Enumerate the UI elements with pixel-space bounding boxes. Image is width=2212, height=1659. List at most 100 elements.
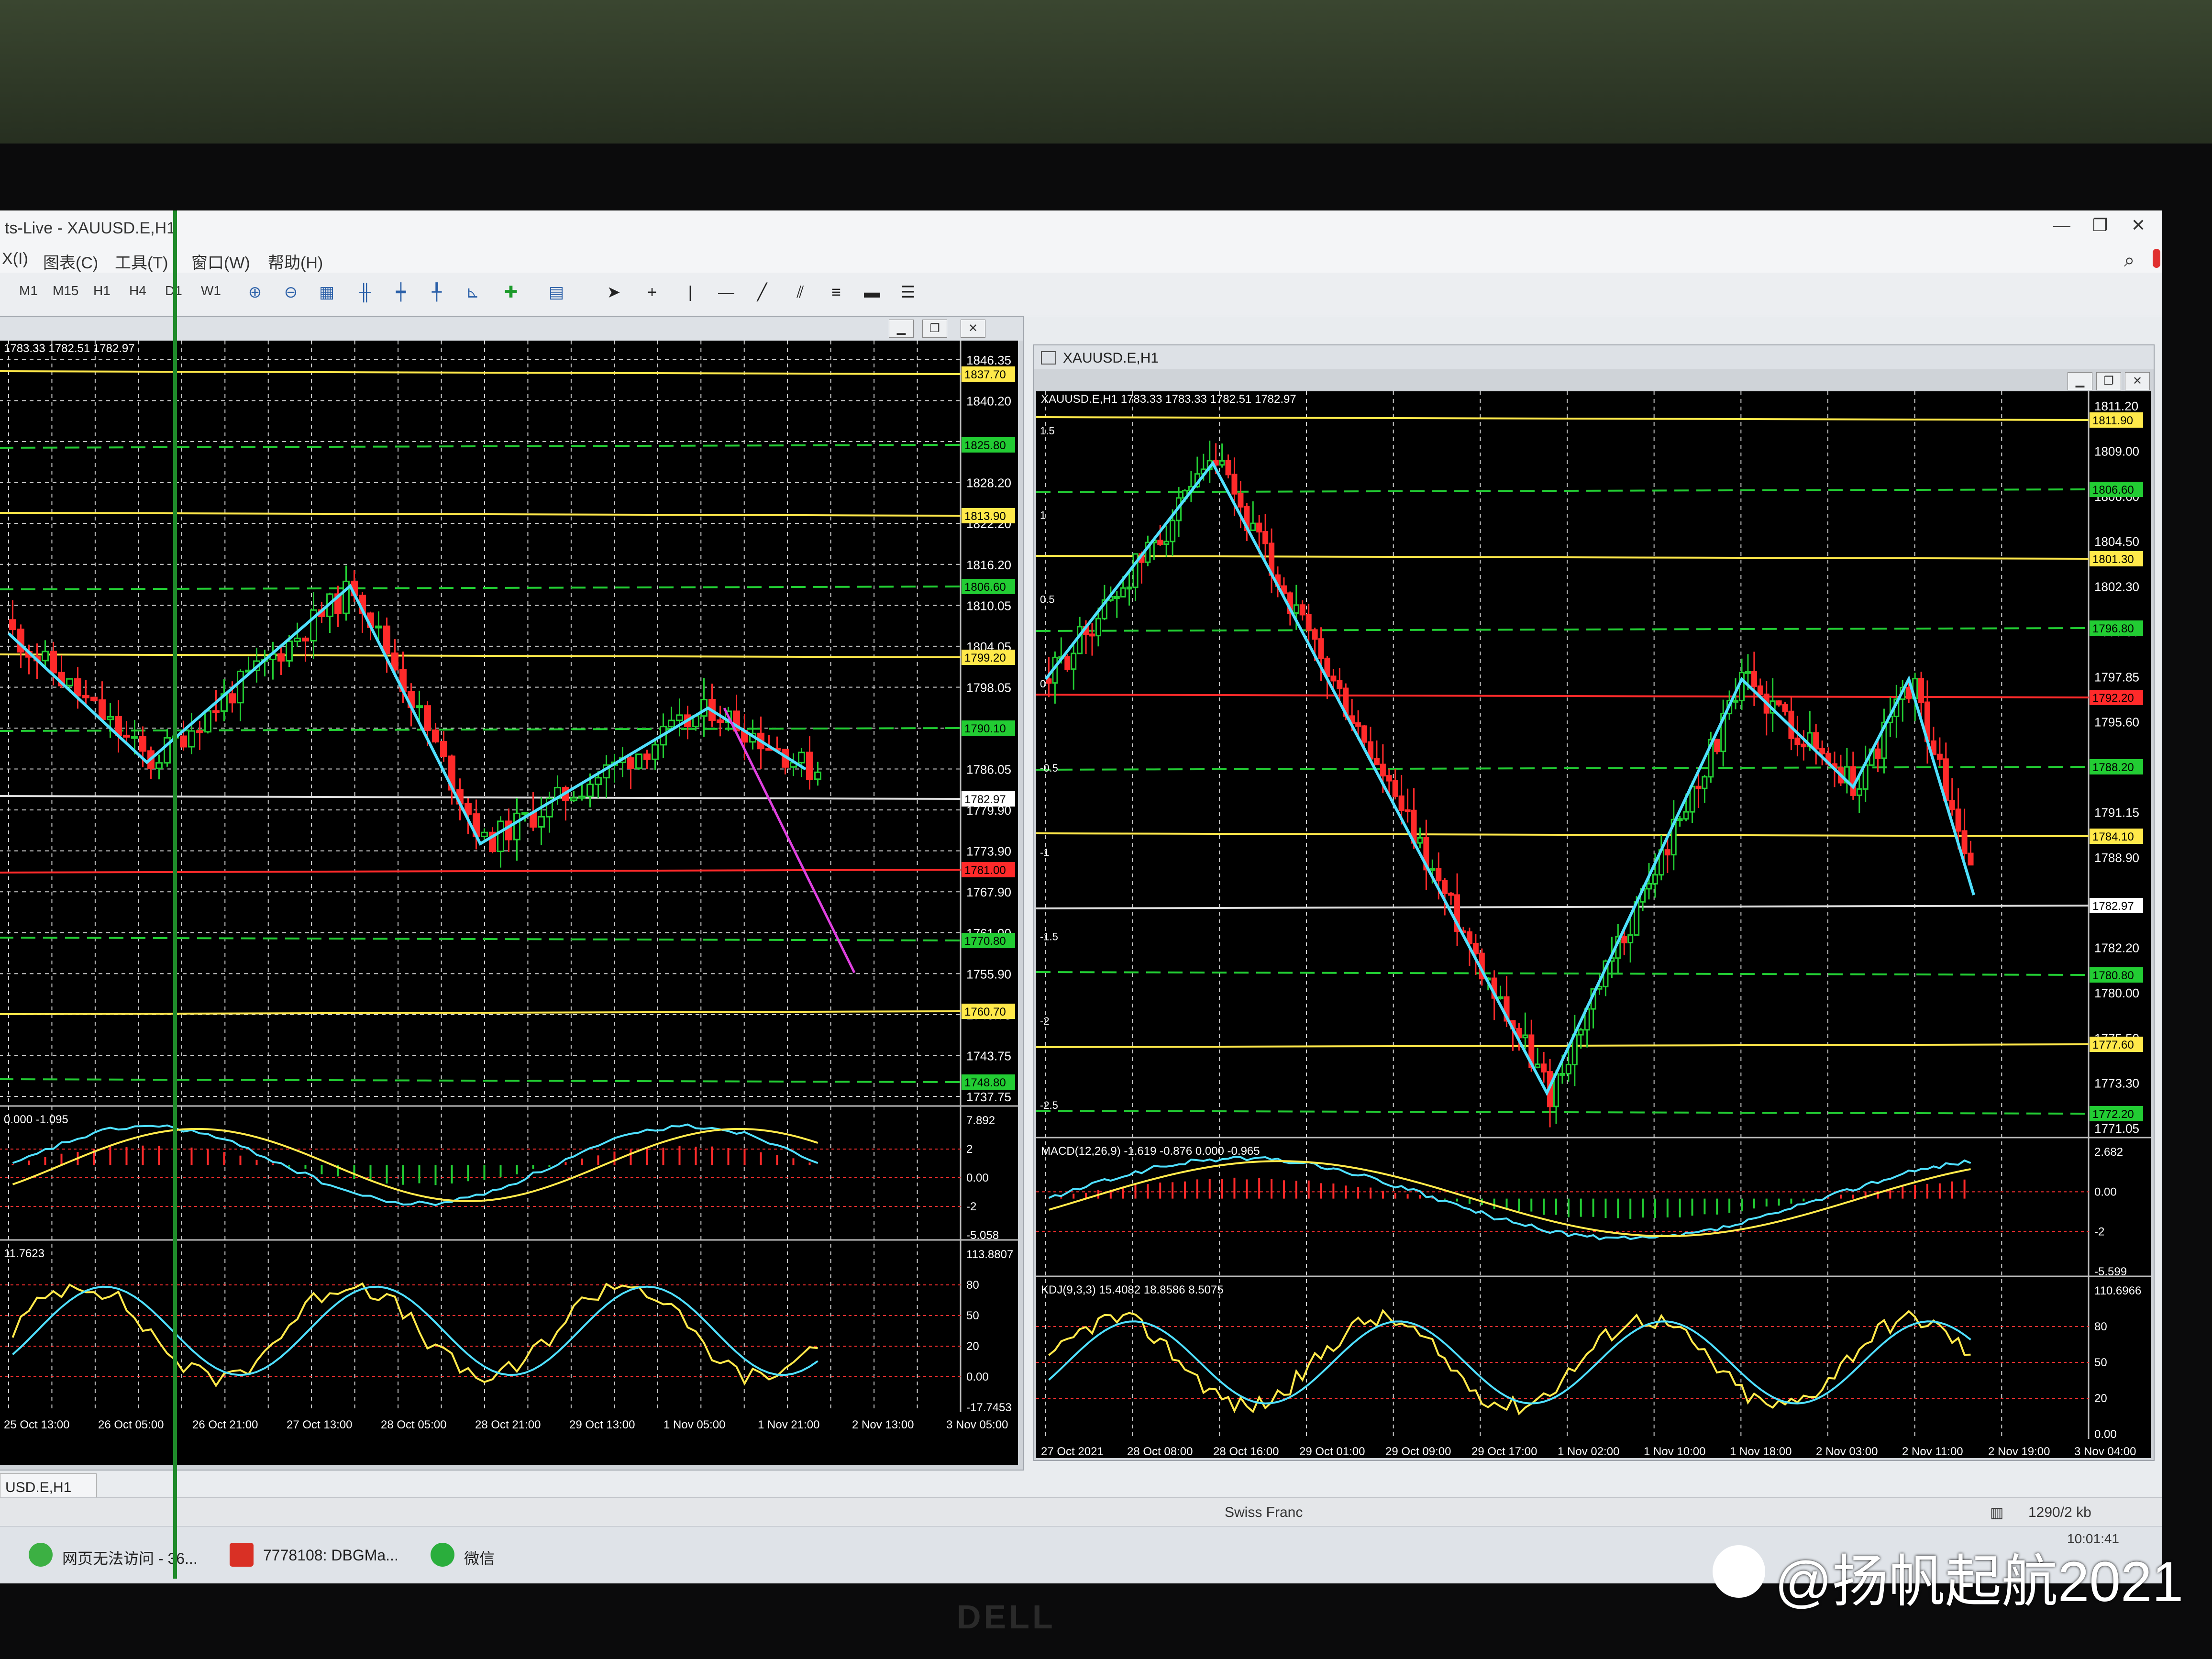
close-button[interactable]: ✕ xyxy=(2124,215,2153,235)
search-icon[interactable]: ⌕ xyxy=(2124,250,2135,271)
macd-header: MACD(12,26,9) -1.619 -0.876 0.000 -0.965 xyxy=(1041,1145,1260,1158)
level-line xyxy=(0,586,961,590)
watermark-text: @扬帆起航2021 xyxy=(1775,1550,2184,1614)
price-tick-label: 1737.75 xyxy=(966,1090,1011,1104)
timeframe-h4[interactable]: H4 xyxy=(129,283,146,299)
macd-line xyxy=(12,1123,818,1206)
candle-body xyxy=(481,831,488,837)
right-restore-button[interactable]: ❐ xyxy=(2096,372,2121,390)
maximize-button[interactable]: ❐ xyxy=(2086,215,2114,235)
template-icon[interactable]: ▤ xyxy=(545,281,567,303)
status-bar: Swiss Franc ▥ 1290/2 kb xyxy=(0,1497,2162,1526)
candle-body xyxy=(538,816,545,828)
bar-chart-icon[interactable]: ╫ xyxy=(354,281,376,303)
taskbar-item-wechat[interactable]: 微信 xyxy=(431,1536,574,1574)
price-tick-label: 1816.20 xyxy=(966,558,1011,572)
price-tick-label: 1810.05 xyxy=(966,598,1011,613)
time-tick-label: 28 Oct 16:00 xyxy=(1213,1445,1279,1458)
menu-help[interactable]: 帮助(H) xyxy=(268,250,323,273)
macd-tick-label: 7.892 xyxy=(966,1114,995,1127)
candle-body xyxy=(1906,686,1912,699)
candle-body xyxy=(1683,811,1689,820)
cursor-icon[interactable]: ➤ xyxy=(603,281,625,303)
text-icon[interactable]: ☰ xyxy=(897,281,919,303)
candle-body xyxy=(9,619,16,630)
candle-body xyxy=(676,714,683,721)
candle-body xyxy=(123,734,130,738)
menu-window[interactable]: 窗口(W) xyxy=(191,250,250,273)
level-line xyxy=(0,795,961,800)
right-minimize-button[interactable]: ▁ xyxy=(2068,372,2092,390)
fibo-icon[interactable]: ≡ xyxy=(825,281,847,303)
menu-insert[interactable]: X(I) xyxy=(2,250,28,268)
candle-body xyxy=(1305,614,1312,631)
candle-body xyxy=(1646,883,1652,890)
menu-charts[interactable]: 图表(C) xyxy=(43,250,98,273)
level-tag-label: 1782.97 xyxy=(964,793,1006,806)
left-restore-button[interactable]: ❐ xyxy=(922,320,947,338)
kdj-d-line xyxy=(12,1285,818,1376)
right-close-button[interactable]: ✕ xyxy=(2125,372,2150,390)
line-chart-icon[interactable]: ╀ xyxy=(426,281,448,303)
background-wall xyxy=(0,0,2212,163)
left-chart[interactable]: 1846.351840.201834.201828.201822.201816.… xyxy=(0,341,1018,1465)
left-minimize-button[interactable]: ▁ xyxy=(889,320,914,338)
candle-body xyxy=(82,695,89,698)
candle-body xyxy=(806,752,813,780)
timeframe-h1[interactable]: H1 xyxy=(93,283,111,299)
right-chart-window: XAUUSD.E,H1 ▁ ❐ ✕ 1811.201809.001806.601… xyxy=(1033,344,2155,1461)
vertical-line-icon[interactable]: | xyxy=(679,281,701,303)
candle-body xyxy=(131,736,138,739)
timeframe-w1[interactable]: W1 xyxy=(201,283,221,299)
candle-body xyxy=(42,651,49,662)
add-indicator-icon[interactable]: ✚ xyxy=(500,281,522,303)
candle-body xyxy=(1355,722,1361,727)
left-close-button[interactable]: ✕ xyxy=(961,320,985,338)
price-tick-label: 1782.20 xyxy=(2094,941,2139,955)
time-tick-label: 1 Nov 05:00 xyxy=(664,1418,725,1431)
price-tick-label: 1771.05 xyxy=(2094,1121,2139,1136)
trendline-icon[interactable]: ╱ xyxy=(751,281,773,303)
timeframe-m1[interactable]: M1 xyxy=(19,283,38,299)
minimize-button[interactable]: — xyxy=(2047,215,2076,235)
horizontal-line-icon[interactable]: — xyxy=(715,281,737,303)
notification-badge-icon[interactable] xyxy=(2153,249,2160,268)
period-icon[interactable]: ⊾ xyxy=(462,281,484,303)
candle-body xyxy=(1968,852,1974,866)
zoom-in-icon[interactable]: ⊕ xyxy=(244,281,266,303)
macd-line xyxy=(1048,1156,1971,1240)
level-line xyxy=(0,937,961,941)
candles-icon[interactable]: ┿ xyxy=(390,281,412,303)
level-tag-label: 1801.30 xyxy=(2092,553,2134,566)
candle-body xyxy=(1046,678,1052,684)
macd-tick-label: -2 xyxy=(966,1200,976,1213)
candle-body xyxy=(1472,942,1479,954)
candle-body xyxy=(1225,460,1231,476)
rectangle-icon[interactable]: ▬ xyxy=(861,281,883,303)
candle-body xyxy=(155,762,163,769)
candle-body xyxy=(1071,653,1077,670)
candle-body xyxy=(1497,996,1504,999)
taskbar-item-browser[interactable]: 网页无法访问 - 36... xyxy=(29,1536,220,1574)
candle-body xyxy=(1745,671,1751,674)
zoom-out-icon[interactable]: ⊖ xyxy=(280,281,302,303)
taskbar-item-trader[interactable]: 7778108: DBGMa... xyxy=(230,1536,421,1574)
right-chart-caption: XAUUSD.E,H1 xyxy=(1034,345,2154,369)
candle-body xyxy=(229,693,236,704)
fib-level-label: 1 xyxy=(1040,509,1046,521)
menu-tools[interactable]: 工具(T) xyxy=(115,250,168,273)
candle-body xyxy=(1751,671,1757,687)
tile-icon[interactable]: ▦ xyxy=(316,281,338,303)
crosshair-icon[interactable]: + xyxy=(641,281,663,303)
candle-body xyxy=(1776,700,1782,706)
right-chart[interactable]: 1811.20 1809.00 1806.60 1804.50 1802.30 1 80 0.… xyxy=(1036,391,2151,1458)
level-tag-label: 1811.90 xyxy=(2092,414,2133,427)
candle-body xyxy=(1429,868,1436,871)
timeframe-m15[interactable]: M15 xyxy=(53,283,78,299)
level-line xyxy=(1036,627,2089,632)
kdj-tick-label: 20 xyxy=(2094,1392,2107,1405)
channel-icon[interactable]: ⫽ xyxy=(789,281,811,303)
kdj-tick-label: 0.00 xyxy=(966,1371,989,1383)
level-tag-label: 1799.20 xyxy=(964,652,1006,664)
time-tick-label: 1 Nov 21:00 xyxy=(758,1418,819,1431)
